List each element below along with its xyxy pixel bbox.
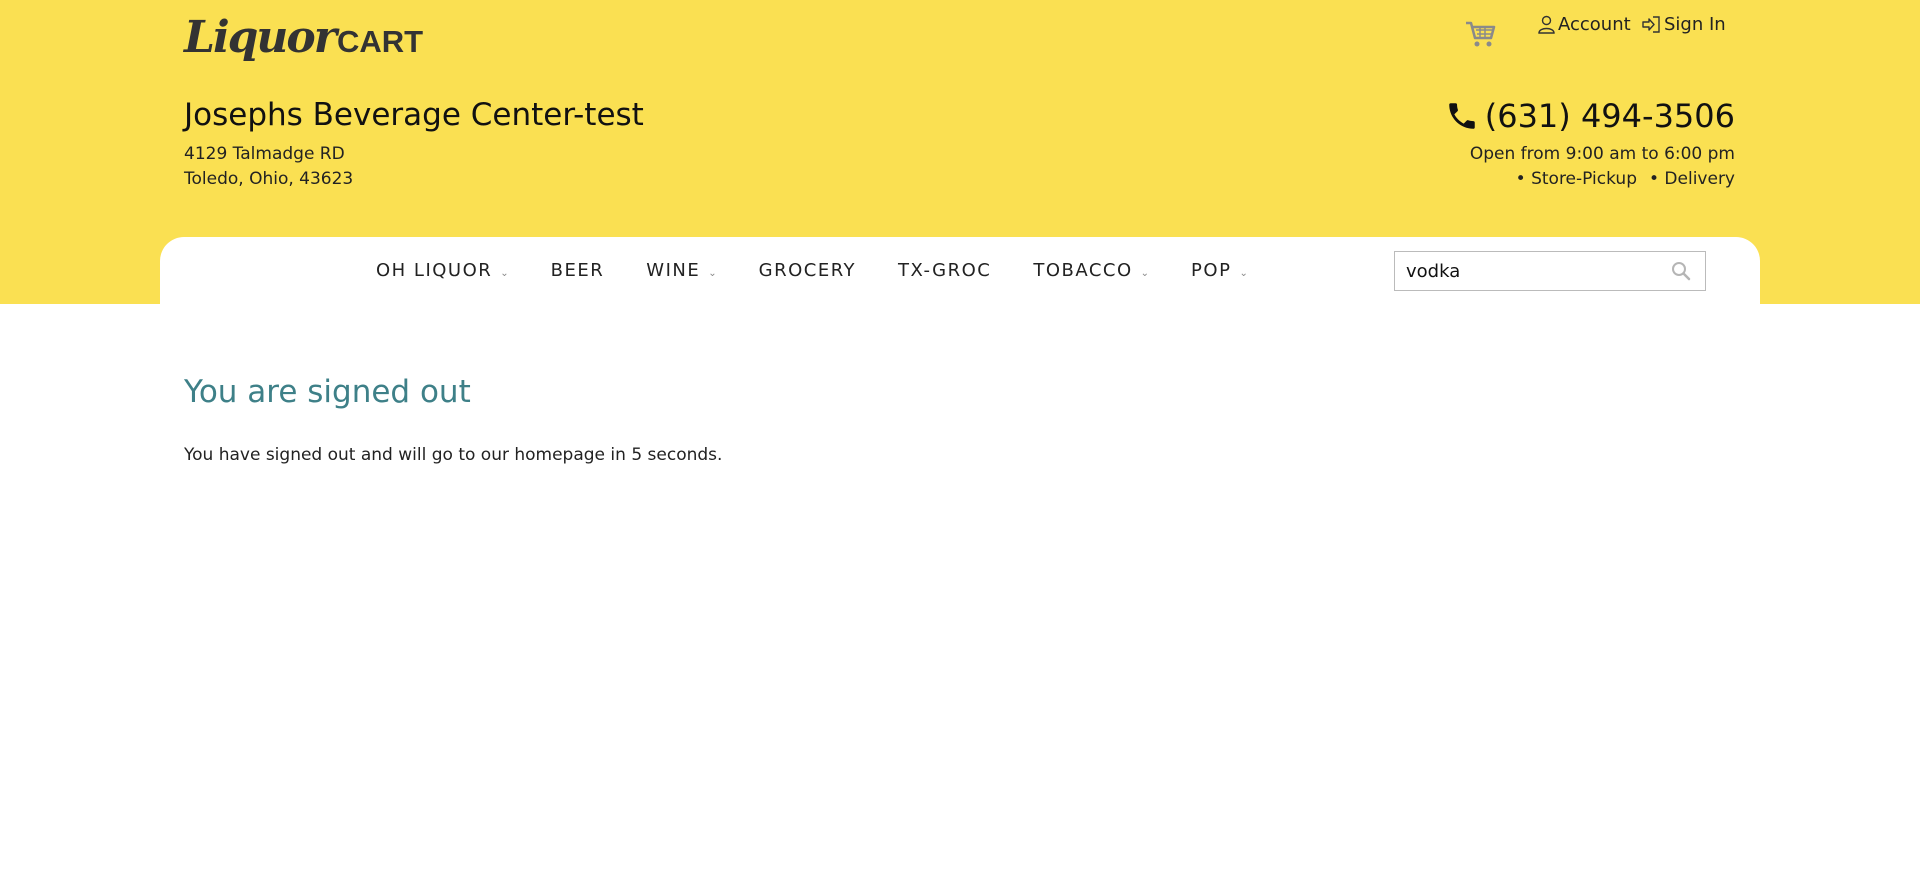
chevron-down-icon: ⌄ (1239, 268, 1248, 279)
nav-item-tx-groc[interactable]: TX-GROC (898, 260, 991, 281)
logo-cart-text: CART (336, 24, 424, 59)
sign-in-icon (1642, 16, 1660, 33)
nav-label: WINE (646, 260, 701, 281)
store-hours: Open from 9:00 am to 6:00 pm (1469, 144, 1735, 164)
phone-icon (1448, 103, 1475, 129)
service-delivery: • Delivery (1649, 169, 1735, 189)
nav-item-beer[interactable]: BEER (551, 260, 605, 281)
account-label: Account (1558, 14, 1631, 35)
signed-out-message: You have signed out and will go to our h… (184, 445, 723, 465)
store-services: • Store-Pickup • Delivery (1516, 169, 1735, 189)
nav-label: POP (1191, 260, 1232, 281)
sign-in-label: Sign In (1664, 14, 1726, 35)
chevron-down-icon: ⌄ (1140, 268, 1150, 279)
nav-item-oh-liquor[interactable]: OH LIQUOR ⌄ (376, 260, 509, 281)
account-link[interactable]: Account (1538, 14, 1631, 35)
main-navbar: OH LIQUOR ⌄ BEER WINE ⌄ GROCERY TX-GROC … (160, 237, 1760, 317)
chevron-down-icon: ⌄ (500, 268, 509, 279)
store-address-line2: Toledo, Ohio, 43623 (184, 169, 354, 189)
search-input[interactable] (1395, 260, 1655, 282)
user-icon (1538, 15, 1555, 34)
phone-number: (631) 494-3506 (1484, 97, 1735, 135)
nav-item-wine[interactable]: WINE ⌄ (646, 260, 716, 281)
search-box (1394, 251, 1706, 291)
nav-label: OH LIQUOR (376, 260, 493, 281)
nav-item-pop[interactable]: POP ⌄ (1191, 260, 1248, 281)
page-title: You are signed out (184, 374, 471, 410)
nav-label: TOBACCO (1033, 260, 1133, 281)
category-nav: OH LIQUOR ⌄ BEER WINE ⌄ GROCERY TX-GROC … (376, 260, 1290, 281)
cart-icon[interactable] (1464, 16, 1498, 50)
nav-label: BEER (550, 260, 605, 281)
nav-label: TX-GROC (898, 260, 992, 281)
store-address-line1: 4129 Talmadge RD (184, 144, 345, 164)
service-store-pickup: • Store-Pickup (1515, 169, 1637, 189)
logo-script-text: Liquor (184, 12, 337, 63)
sign-in-link[interactable]: Sign In (1642, 14, 1726, 35)
store-phone[interactable]: (631) 494-3506 (1445, 97, 1735, 135)
store-name: Josephs Beverage Center-test (184, 97, 644, 133)
liquorcart-logo[interactable]: Liquor CART (184, 12, 423, 63)
nav-item-tobacco[interactable]: TOBACCO ⌄ (1033, 260, 1149, 281)
nav-item-grocery[interactable]: GROCERY (759, 260, 856, 281)
search-icon[interactable] (1671, 261, 1691, 281)
chevron-down-icon: ⌄ (708, 268, 717, 279)
nav-label: GROCERY (758, 260, 857, 281)
